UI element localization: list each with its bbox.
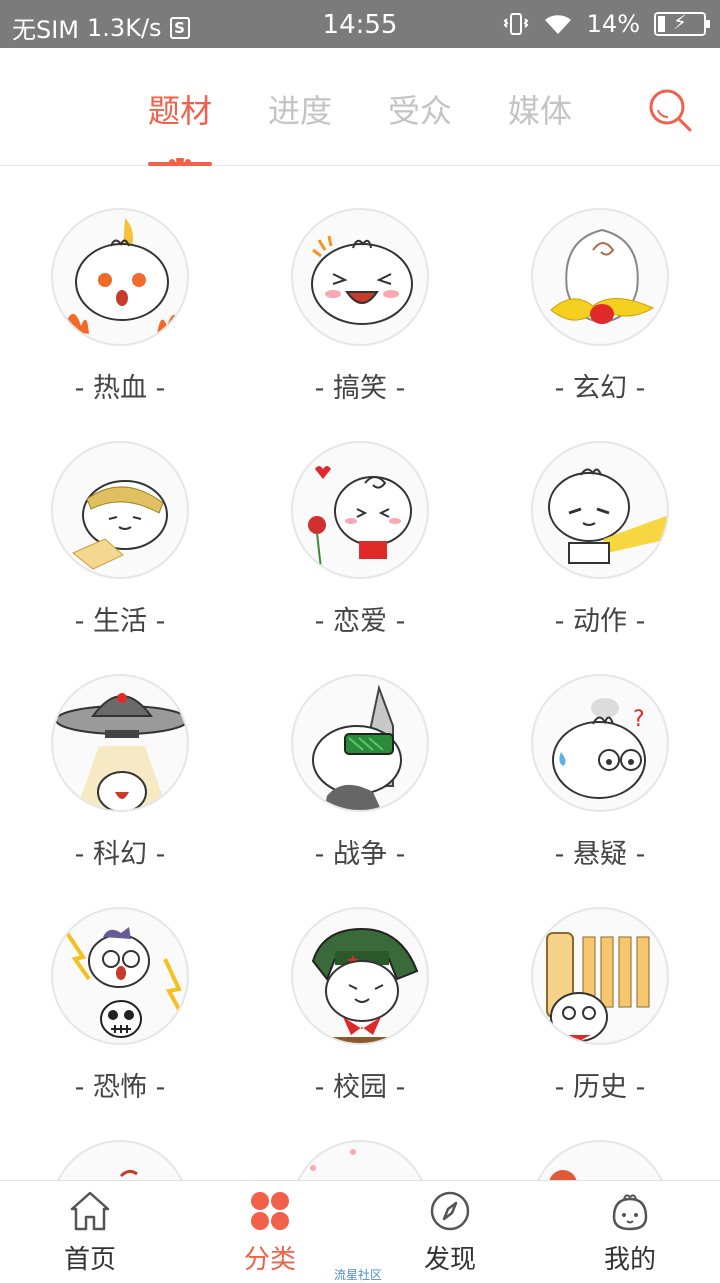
history-bun-icon — [531, 907, 669, 1045]
horror-bun-icon — [51, 907, 189, 1045]
compass-icon — [430, 1191, 470, 1231]
home-icon — [70, 1191, 110, 1231]
nav-label: 分类 — [243, 1245, 296, 1275]
tab-progress[interactable]: 进度 — [255, 86, 345, 132]
nav-category[interactable]: 分类 — [180, 1189, 360, 1279]
vibrate-icon — [503, 13, 529, 35]
category-more-1[interactable] — [0, 1098, 240, 1180]
category-grid: - 热血 - - 搞笑 - - 玄幻 - - 生活 - - 恋爱 - - 动作 … — [0, 166, 720, 1180]
profile-icon — [612, 1194, 648, 1231]
category-horror[interactable]: - 恐怖 - — [0, 865, 240, 1103]
bun-icon — [531, 1140, 669, 1180]
watermark: 流星社区 — [334, 1268, 383, 1282]
battery-icon: ⚡ — [654, 10, 710, 36]
status-bar: 无SIM 1.3K/s S 14:55 14% ⚡ — [0, 0, 720, 48]
category-more-2[interactable] — [240, 1098, 480, 1180]
category-war[interactable]: - 战争 - — [240, 632, 480, 870]
svg-text:?: ? — [633, 707, 645, 732]
category-romance[interactable]: - 恋爱 - — [240, 399, 480, 637]
tab-audience[interactable]: 受众 — [375, 86, 465, 132]
tab-media[interactable]: 媒体 — [495, 86, 585, 132]
category-mystery[interactable]: ? - 悬疑 - — [480, 632, 720, 870]
mystery-bun-icon: ? — [531, 674, 669, 812]
love-bun-icon — [291, 441, 429, 579]
nav-home[interactable]: 首页 — [0, 1189, 180, 1279]
category-life[interactable]: - 生活 - — [0, 399, 240, 637]
laughing-bun-icon — [291, 208, 429, 346]
nav-label: 我的 — [603, 1245, 656, 1275]
nav-label: 发现 — [423, 1245, 476, 1275]
fire-bun-icon — [51, 208, 189, 346]
category-campus[interactable]: - 校园 - — [240, 865, 480, 1103]
category-icon — [251, 1192, 289, 1230]
action-bun-icon — [531, 441, 669, 579]
campus-bun-icon — [291, 907, 429, 1045]
active-tab-indicator — [148, 158, 212, 166]
bun-icon — [291, 1140, 429, 1180]
life-bun-icon — [51, 441, 189, 579]
category-more-3[interactable] — [480, 1098, 720, 1180]
nav-discover[interactable]: 发现 — [360, 1189, 540, 1279]
status-right: 14% ⚡ — [503, 10, 710, 38]
wifi-icon — [544, 15, 571, 35]
category-action[interactable]: - 动作 - — [480, 399, 720, 637]
category-history[interactable]: - 历史 - — [480, 865, 720, 1103]
bun-icon — [51, 1140, 189, 1180]
nav-label: 首页 — [63, 1245, 116, 1275]
category-hot-blood[interactable]: - 热血 - — [0, 166, 240, 404]
battery-percent: 14% — [586, 10, 640, 38]
fantasy-bun-icon — [531, 208, 669, 346]
category-comedy[interactable]: - 搞笑 - — [240, 166, 480, 404]
category-scifi[interactable]: - 科幻 - — [0, 632, 240, 870]
search-icon[interactable] — [646, 86, 694, 134]
ufo-bun-icon — [51, 674, 189, 812]
category-tab-bar: 题材 进度 受众 媒体 — [0, 48, 720, 166]
nav-profile[interactable]: 我的 — [540, 1189, 720, 1279]
category-fantasy[interactable]: - 玄幻 - — [480, 166, 720, 404]
war-bun-icon — [291, 674, 429, 812]
bottom-nav: 首页 分类 发现 我的 — [0, 1180, 720, 1280]
tab-theme[interactable]: 题材 — [135, 86, 225, 132]
